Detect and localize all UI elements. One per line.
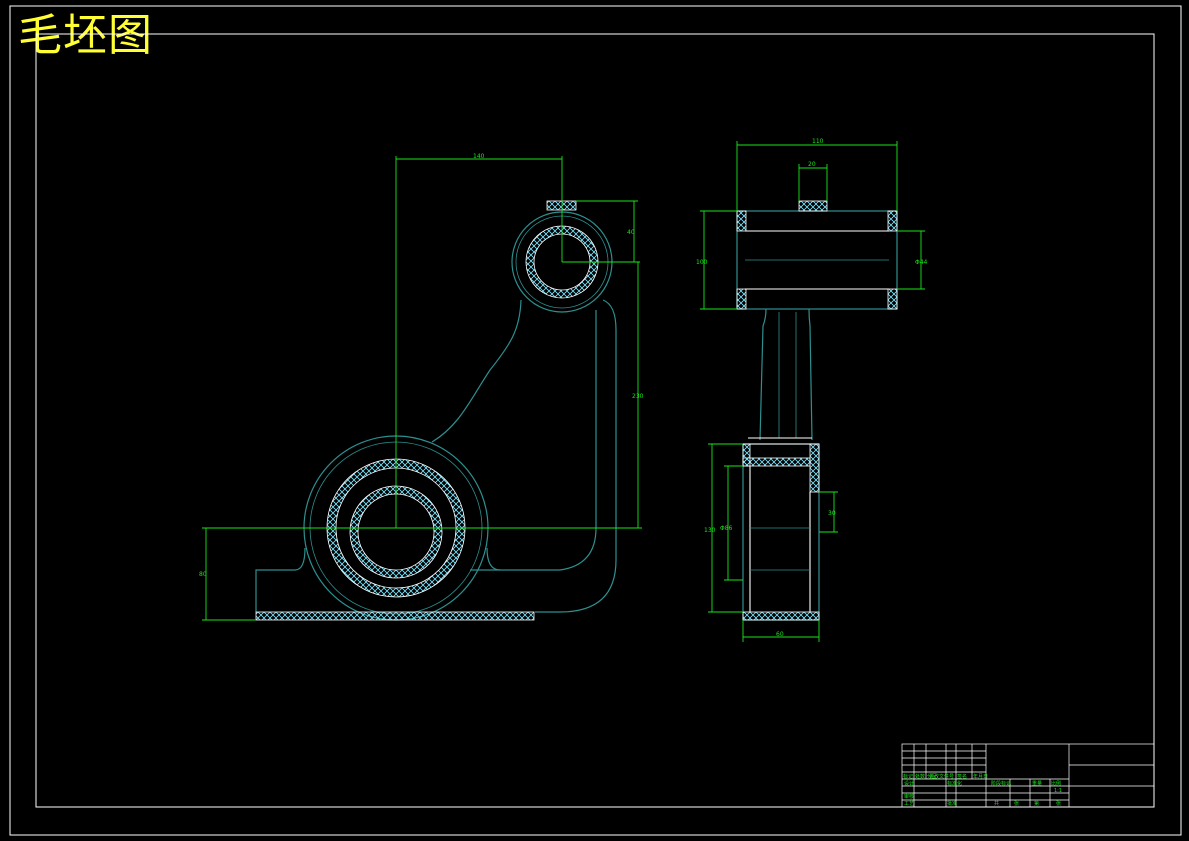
lower-cylinder-body [742, 443, 820, 621]
tb-change-doc: 更改文件号 [929, 773, 954, 780]
tb-standard: 标准化 [947, 780, 962, 787]
front-view: 140 40 230 80 [199, 153, 644, 621]
tb-scale: 比例 [1051, 780, 1061, 787]
tb-total: 共 [994, 800, 999, 807]
dim-vertical-offset: 230 [632, 393, 644, 400]
front-dimensions: 140 40 230 80 [199, 153, 644, 621]
lower-top-allowance [742, 457, 811, 467]
dim-side-lower-inner: Φ86 [720, 525, 733, 532]
tb-date: 年月日 [973, 773, 988, 780]
dim-side-lower-width: 60 [776, 631, 784, 638]
dim-side-upper-height: 100 [696, 259, 708, 266]
upper-cylinder-top-boss [798, 200, 828, 212]
tb-process: 工艺 [904, 801, 914, 807]
tb-design: 设计 [904, 780, 914, 787]
tb-sheet: 张 [1056, 800, 1061, 807]
upper-left-allowance-top [736, 210, 747, 232]
tb-scale-value: 1:1 [1054, 788, 1062, 794]
dim-side-total-width: 110 [812, 138, 824, 145]
dim-side-lower-height: 130 [704, 527, 716, 534]
base-outline [255, 547, 306, 612]
tb-count: 处数 [915, 773, 925, 780]
right-web-inner [470, 310, 597, 571]
tb-sheets: 张 [1014, 800, 1019, 807]
cad-drawing: 140 40 230 80 110 20 100 Φ44 130 Φ86 30 … [9, 5, 1182, 836]
tb-approve: 批准 [947, 800, 957, 807]
connecting-arm [431, 299, 522, 443]
inner-drawing-frame [35, 33, 1155, 808]
tb-mark: 标记 [903, 773, 913, 780]
dim-side-lower-right: 30 [828, 510, 836, 517]
side-view: 110 20 100 Φ44 130 Φ86 30 60 [696, 138, 928, 642]
title-block: 标记 处数 分区 更改文件号 签名 年月日 设计 标准化 阶段标记 重量 比例 … [901, 743, 1155, 808]
dim-top-width: 140 [473, 153, 485, 160]
tb-review: 审核 [904, 793, 914, 800]
lower-bottom-allowance [742, 611, 820, 621]
tb-stage-mark: 阶段标记 [991, 780, 1011, 787]
lower-right-allowance [809, 443, 820, 493]
dim-base-height: 80 [199, 571, 207, 578]
upper-left-allowance-bottom [736, 288, 747, 310]
shank-right [808, 308, 813, 441]
shank-left [759, 308, 767, 441]
top-boss-block [546, 200, 577, 211]
dim-side-boss-width: 20 [808, 161, 816, 168]
tb-signature: 签名 [957, 773, 967, 780]
base-right-step [486, 547, 501, 571]
tb-nth: 第 [1034, 800, 1039, 807]
lower-left-allowance [742, 443, 751, 467]
upper-right-allowance-bottom [887, 288, 898, 310]
base-machining-allowance [255, 611, 535, 621]
tb-weight: 重量 [1032, 780, 1042, 787]
dim-top-small-height: 40 [627, 229, 635, 236]
dim-side-upper-bore: Φ44 [915, 259, 928, 266]
upper-right-allowance-top [887, 210, 898, 232]
